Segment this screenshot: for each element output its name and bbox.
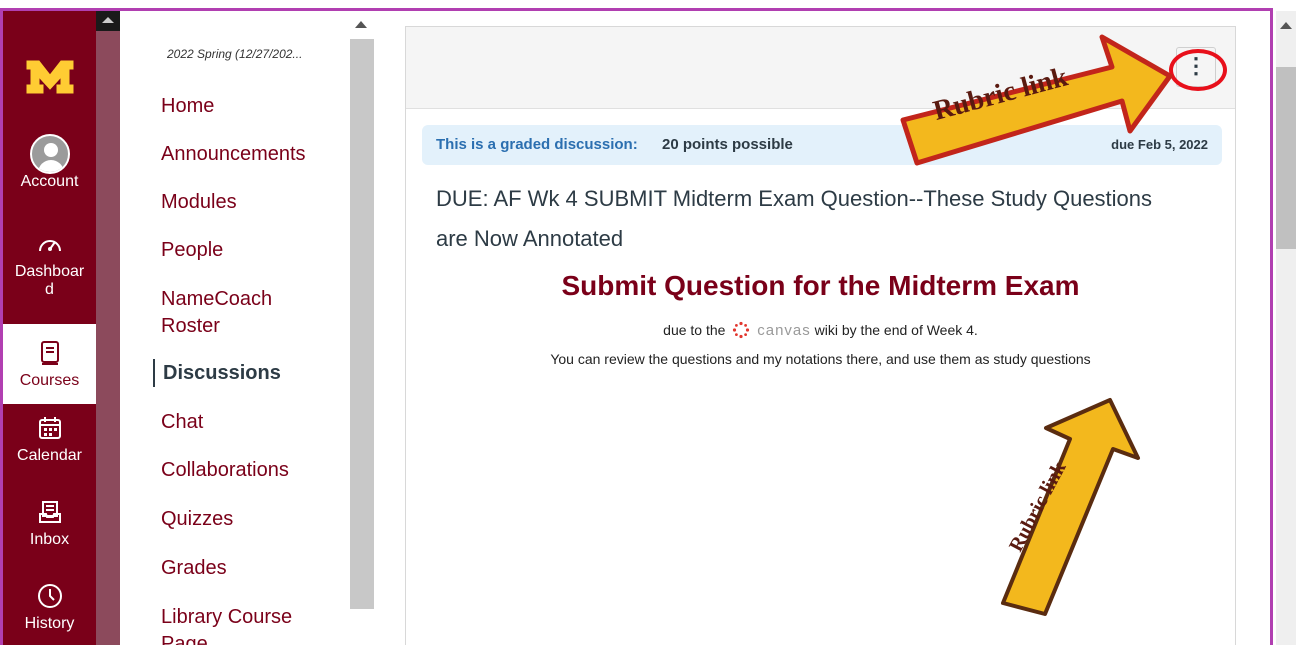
- course-nav-scrollbar[interactable]: [350, 11, 374, 645]
- course-nav-announcements[interactable]: Announcements: [161, 140, 306, 168]
- canvas-logo-icon: [732, 321, 750, 342]
- scroll-up-icon[interactable]: [355, 21, 367, 28]
- scroll-up-icon[interactable]: [96, 11, 120, 31]
- course-nav-library-page[interactable]: Page: [161, 630, 208, 645]
- review-note: You can review the questions and my nota…: [550, 351, 1091, 367]
- history-icon: [3, 581, 96, 611]
- course-nav: 2022 Spring (12/27/202... Home Announcem…: [120, 11, 350, 645]
- inbox-icon: [3, 497, 96, 527]
- nav-history-label: History: [24, 615, 75, 632]
- points-possible: 20 points possible: [662, 136, 793, 153]
- highlight-circle: [1169, 49, 1227, 91]
- scroll-thumb[interactable]: [1276, 67, 1296, 249]
- courses-icon: [3, 338, 96, 368]
- course-nav-roster[interactable]: Roster: [161, 312, 220, 340]
- nav-courses[interactable]: Courses: [3, 324, 96, 404]
- graded-label: This is a graded discussion:: [436, 136, 638, 153]
- course-term: 2022 Spring (12/27/202...: [167, 47, 303, 61]
- account-avatar-icon: [3, 134, 96, 174]
- nav-dashboard-label-line2: d: [45, 281, 54, 298]
- submit-heading: Submit Question for the Midterm Exam: [561, 270, 1080, 301]
- page-scrollbar[interactable]: [1276, 11, 1296, 645]
- nav-inbox-label: Inbox: [29, 531, 70, 548]
- course-nav-quizzes[interactable]: Quizzes: [161, 505, 233, 533]
- due-date: due Feb 5, 2022: [1111, 137, 1208, 152]
- discussion-title: DUE: AF Wk 4 SUBMIT Midterm Exam Questio…: [436, 186, 1153, 251]
- due-suffix: wiki by the end of Week 4.: [814, 322, 978, 339]
- graded-discussion-banner: This is a graded discussion: 20 points p…: [422, 125, 1222, 165]
- course-nav-chat[interactable]: Chat: [161, 408, 203, 436]
- nav-account[interactable]: Account: [3, 134, 96, 191]
- canvas-wordmark: canvas: [757, 322, 811, 340]
- scroll-thumb[interactable]: [350, 39, 374, 609]
- nav-courses-label: Courses: [19, 372, 80, 389]
- nav-dashboard-label-line1: Dashboar: [14, 263, 85, 280]
- university-logo[interactable]: [25, 59, 75, 95]
- global-nav-scrollbar[interactable]: [96, 11, 120, 645]
- course-nav-discussions[interactable]: Discussions: [153, 359, 281, 387]
- nav-calendar-label: Calendar: [17, 447, 82, 464]
- scroll-up-icon[interactable]: [1280, 22, 1292, 29]
- nav-inbox[interactable]: Inbox: [3, 497, 96, 549]
- nav-dashboard[interactable]: Dashboar d: [3, 229, 96, 299]
- nav-account-label: Account: [20, 173, 79, 190]
- dashboard-icon: [3, 229, 96, 259]
- calendar-icon: [3, 413, 96, 443]
- course-nav-collaborations[interactable]: Collaborations: [161, 456, 289, 484]
- global-nav: Account Dashboar d Courses Calendar Inbo…: [3, 11, 96, 645]
- discussion-toolbar: ⋮: [406, 27, 1235, 109]
- course-nav-library-course[interactable]: Library Course: [161, 603, 292, 631]
- discussion-content: ⋮ This is a graded discussion: 20 points…: [405, 26, 1236, 645]
- course-nav-namecoach[interactable]: NameCoach: [161, 285, 272, 313]
- course-nav-home[interactable]: Home: [161, 92, 214, 120]
- nav-history[interactable]: History: [3, 581, 96, 633]
- nav-calendar[interactable]: Calendar: [3, 413, 96, 465]
- course-nav-modules[interactable]: Modules: [161, 188, 237, 216]
- course-nav-people[interactable]: People: [161, 236, 223, 264]
- course-nav-grades[interactable]: Grades: [161, 554, 227, 582]
- due-prefix: due to the: [663, 322, 726, 339]
- due-line: due to the canvas wiki by the end of Wee…: [406, 321, 1235, 342]
